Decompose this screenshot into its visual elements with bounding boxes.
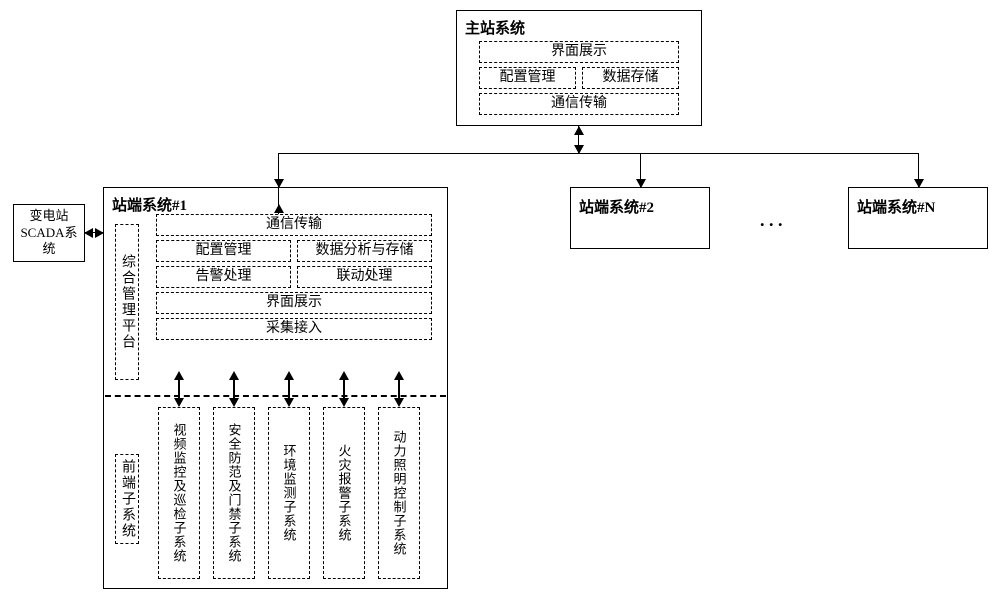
station1-alarm-handling: 告警处理 (156, 266, 291, 288)
station1-collection-access: 采集接入 (156, 318, 432, 340)
subsystem-video: 视频监控及巡检子系统 (158, 407, 200, 579)
stationN-box: 站端系统#N (848, 187, 988, 249)
station2-box: 站端系统#2 (570, 187, 710, 249)
station1-divider (105, 395, 446, 397)
station1-data-analysis: 数据分析与存储 (297, 240, 432, 262)
connector-station1-internal (278, 188, 279, 214)
station1-config-mgmt: 配置管理 (156, 240, 291, 262)
arrow-left-icon (84, 228, 93, 238)
master-data-storage: 数据存储 (582, 67, 679, 89)
platform-stack: 通信传输 配置管理 数据分析与存储 告警处理 联动处理 界面展示 采集接入 (156, 214, 432, 344)
station1-title: 站端系统#1 (112, 194, 187, 215)
master-comm-transport: 通信传输 (479, 93, 679, 115)
subsystem-fire-alarm: 火灾报警子系统 (323, 407, 365, 579)
station2-title: 站端系统#2 (579, 200, 654, 216)
ellipsis: . . . (760, 210, 783, 231)
master-config-mgmt: 配置管理 (479, 67, 576, 89)
station1-comm-transport: 通信传输 (156, 214, 432, 236)
subsys-label: 前端子系统 (115, 454, 139, 544)
master-ui-display: 界面展示 (479, 41, 679, 63)
scada-label: 变电站 SCADA系统 (14, 208, 84, 259)
station1-ui-display: 界面展示 (156, 292, 432, 314)
bus-line (278, 153, 918, 154)
subsystem-security: 安全防范及门禁子系统 (213, 407, 255, 579)
stationN-title: 站端系统#N (857, 200, 935, 216)
subsystem-environment: 环境监测子系统 (268, 407, 310, 579)
station1-linkage-handling: 联动处理 (297, 266, 432, 288)
subsystem-power-lighting: 动力照明控制子系统 (378, 407, 420, 579)
master-station-box: 主站系统 界面展示 配置管理 数据存储 通信传输 (456, 10, 702, 126)
subsystems-row: 视频监控及巡检子系统 安全防范及门禁子系统 环境监测子系统 火灾报警子系统 动力… (158, 407, 420, 579)
master-station-title: 主站系统 (465, 17, 525, 38)
scada-box: 变电站 SCADA系统 (13, 204, 85, 262)
platform-label: 综合管理平台 (115, 224, 139, 380)
master-station-modules: 界面展示 配置管理 数据存储 通信传输 (479, 41, 679, 119)
arrow-up-icon (574, 126, 584, 135)
